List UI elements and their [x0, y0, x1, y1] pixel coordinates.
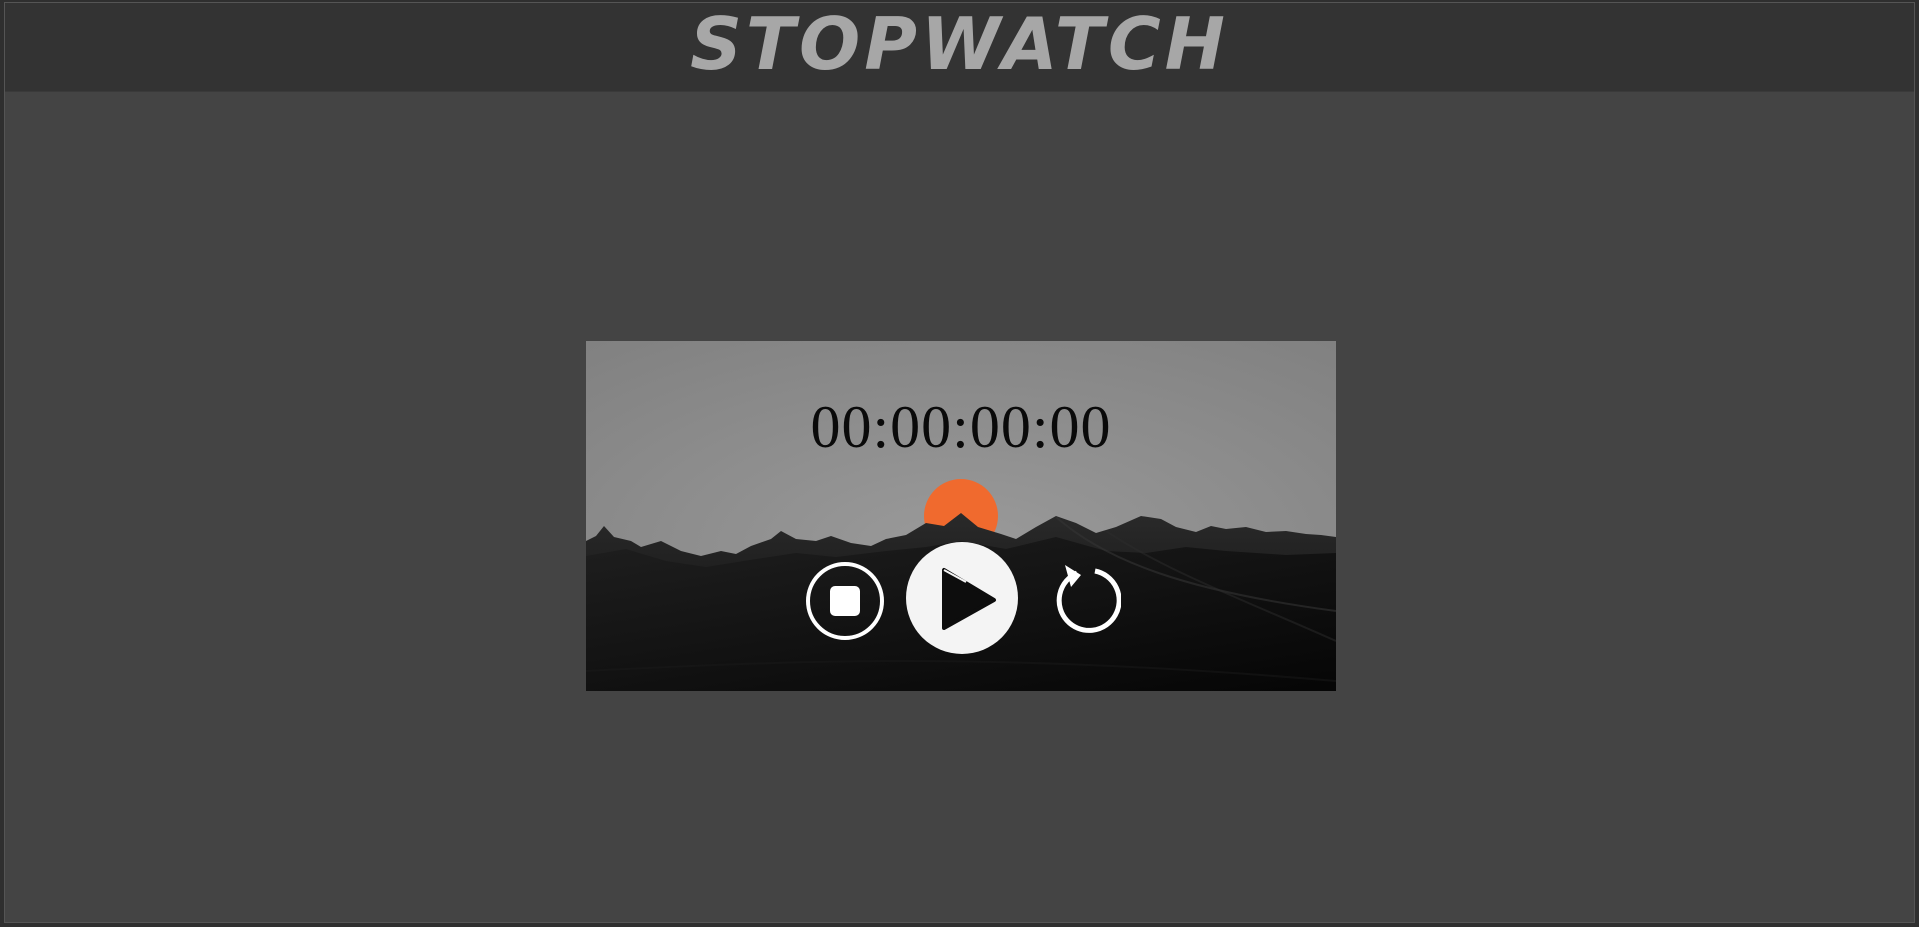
reset-icon — [1056, 565, 1121, 633]
stop-button[interactable] — [805, 561, 885, 641]
app-window: STOPWATCH 00:00:00:00 — [4, 2, 1915, 923]
stopwatch-card: 00:00:00:00 — [586, 341, 1336, 691]
header-bar: STOPWATCH — [5, 2, 1914, 92]
time-display: 00:00:00:00 — [810, 394, 1112, 460]
page-title: STOPWATCH — [690, 2, 1229, 86]
play-button[interactable] — [904, 540, 1020, 656]
stop-circle-icon — [806, 562, 884, 640]
play-icon — [906, 542, 1018, 654]
reset-button[interactable] — [1049, 561, 1121, 637]
